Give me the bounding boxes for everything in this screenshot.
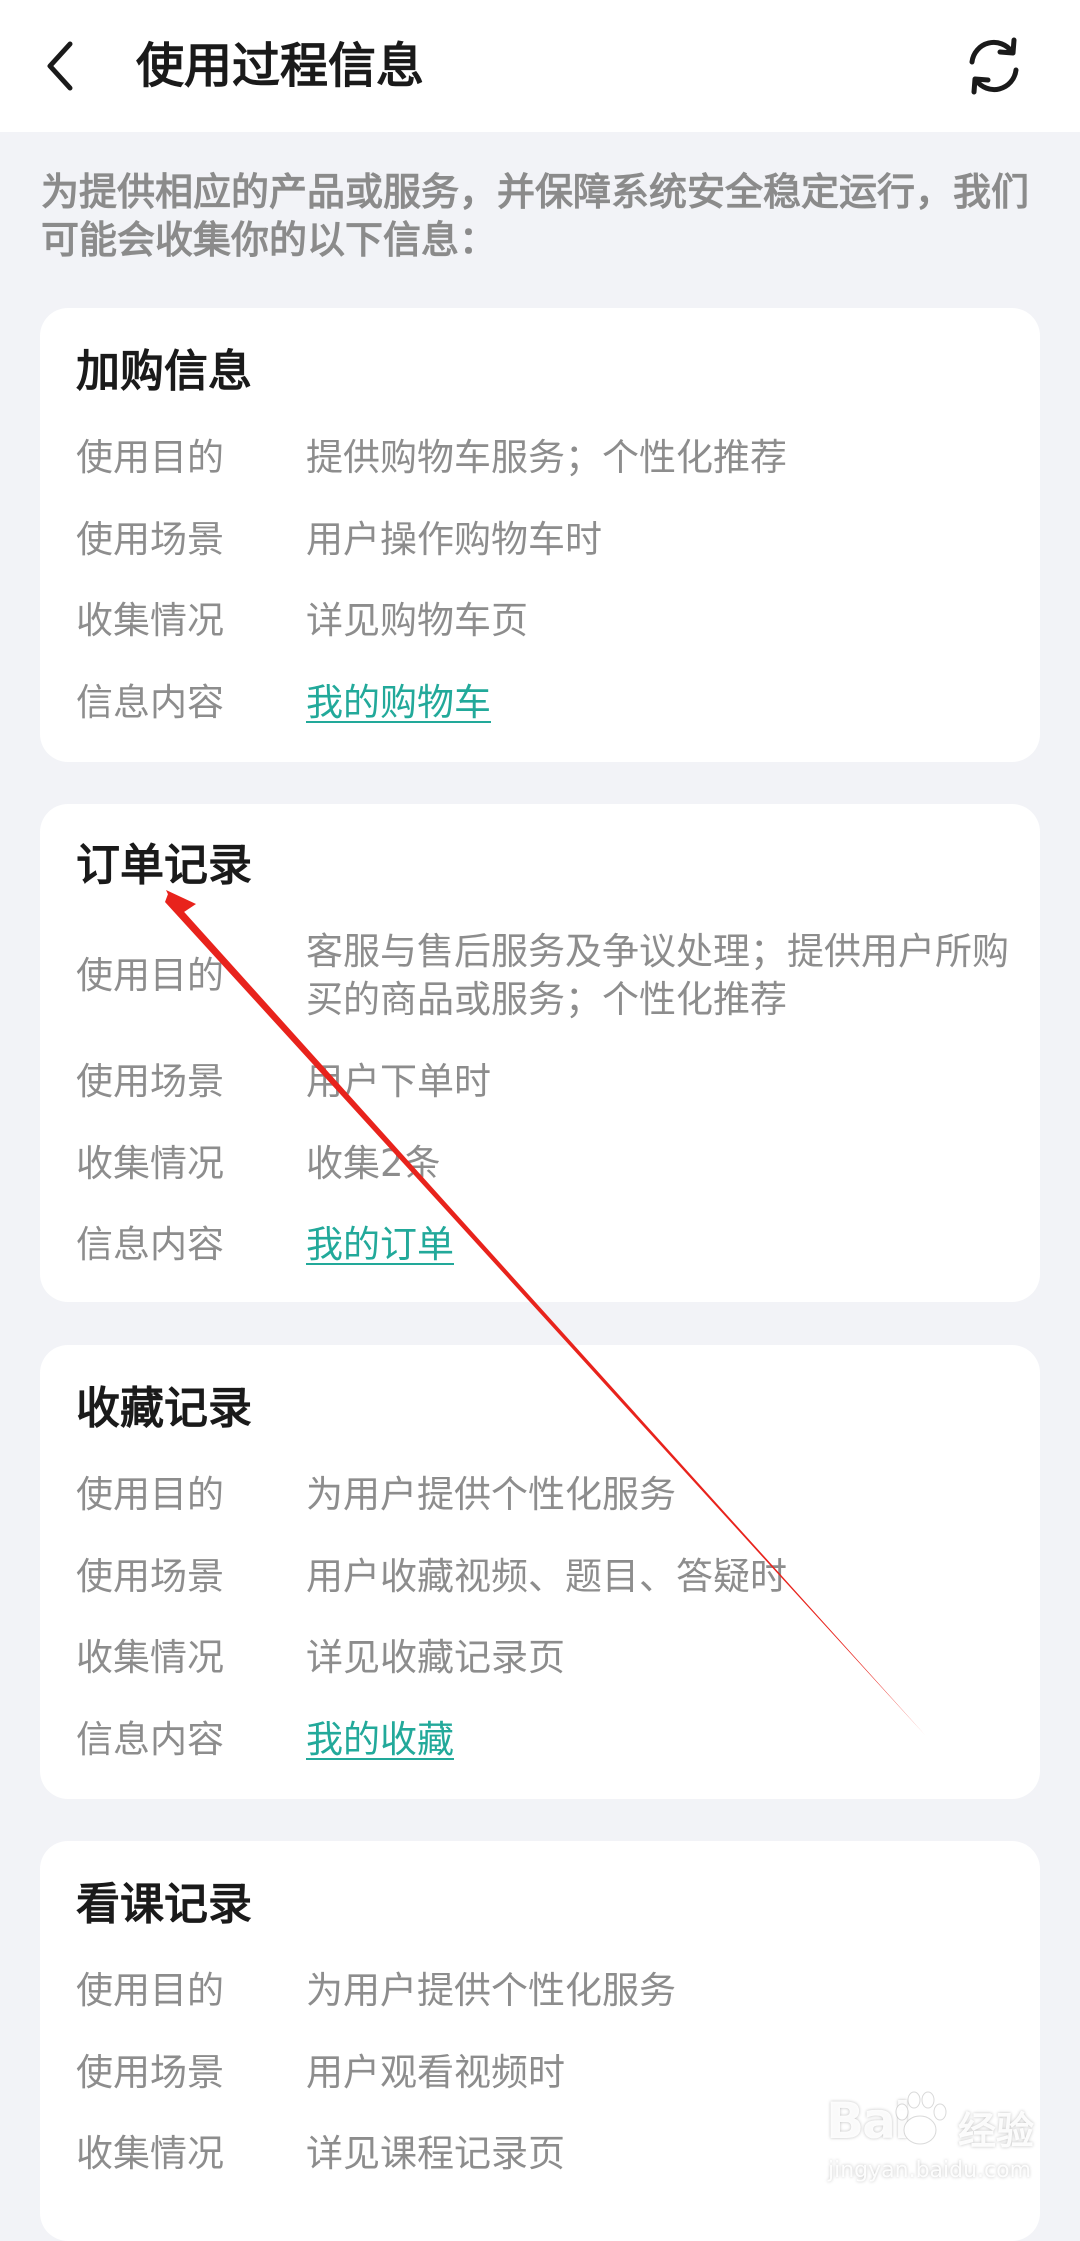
watermark-suffix: 经验 [958, 2109, 1035, 2153]
row-label: 信息内容 [76, 1223, 224, 1266]
row-label: 收集情况 [76, 1142, 224, 1185]
info-card-cart: 加购信息 使用目的 提供购物车服务；个性化推荐 使用场景 用户操作购物车时 收集… [40, 308, 1040, 762]
card-title: 加购信息 [76, 346, 252, 397]
watermark-url: jingyan.baidu.com [828, 2158, 1032, 2183]
row-label: 使用目的 [76, 1969, 224, 2012]
row-label: 信息内容 [76, 681, 224, 724]
my-cart-link[interactable]: 我的购物车 [306, 679, 1016, 727]
app-header: 使用过程信息 [0, 0, 1080, 132]
row-label: 使用场景 [76, 518, 224, 561]
row-label: 收集情况 [76, 2132, 224, 2175]
row-value: 详见购物车页 [306, 599, 528, 642]
row-value: 收集2条 [306, 1142, 441, 1185]
card-title: 收藏记录 [76, 1383, 252, 1434]
refresh-button[interactable] [956, 28, 1032, 104]
info-card-orders: 订单记录 使用目的 客服与售后服务及争议处理；提供用户所购买的商品或服务；个性化… [40, 804, 1040, 1302]
row-label: 收集情况 [76, 1636, 224, 1679]
row-label: 使用场景 [76, 1555, 224, 1598]
row-value: 为用户提供个性化服务 [306, 1969, 676, 2012]
intro-text: 为提供相应的产品或服务，并保障系统安全稳定运行，我们可能会收集你的以下信息： [41, 170, 1030, 262]
row-label: 使用目的 [76, 954, 224, 997]
row-value: 客服与售后服务及争议处理；提供用户所购买的商品或服务；个性化推荐 [306, 930, 1009, 1021]
card-title: 看课记录 [76, 1879, 252, 1930]
row-label: 使用场景 [76, 2051, 224, 2094]
paw-icon [895, 2091, 947, 2145]
page-title: 使用过程信息 [136, 38, 425, 94]
row-value: 用户下单时 [306, 1060, 491, 1103]
row-value: 详见收藏记录页 [306, 1636, 565, 1679]
chevron-left-icon [47, 41, 73, 91]
row-label: 收集情况 [76, 599, 224, 642]
refresh-icon [969, 37, 1019, 95]
row-value: 提供购物车服务；个性化推荐 [306, 436, 787, 479]
row-label: 信息内容 [76, 1718, 224, 1761]
row-label: 使用目的 [76, 436, 224, 479]
card-title: 订单记录 [76, 840, 252, 891]
baidu-jingyan-watermark: Bai 经验 jingyan.baidu.com [826, 2086, 1046, 2196]
row-value: 用户收藏视频、题目、答疑时 [306, 1555, 787, 1598]
info-card-favorites: 收藏记录 使用目的 为用户提供个性化服务 使用场景 用户收藏视频、题目、答疑时 … [40, 1345, 1040, 1799]
my-orders-link[interactable]: 我的订单 [306, 1221, 1016, 1269]
row-value: 用户操作购物车时 [306, 518, 602, 561]
row-label: 使用场景 [76, 1060, 224, 1103]
my-favorites-link[interactable]: 我的收藏 [306, 1716, 1016, 1764]
back-button[interactable] [30, 26, 90, 106]
row-label: 使用目的 [76, 1473, 224, 1516]
row-value: 为用户提供个性化服务 [306, 1473, 676, 1516]
